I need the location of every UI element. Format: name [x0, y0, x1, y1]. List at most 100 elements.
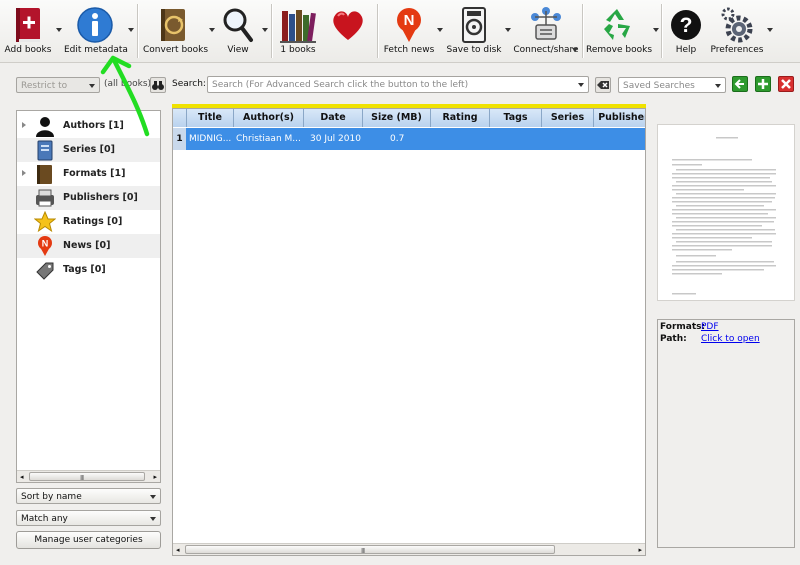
sort-by-combo[interactable]: Sort by name — [16, 488, 161, 504]
tag-category-label: Series [0] — [63, 144, 115, 155]
chevron-down-icon — [150, 517, 156, 521]
view-button[interactable]: View — [218, 2, 258, 60]
add-books-label: Add books — [4, 45, 52, 55]
match-text: Match any — [21, 514, 68, 524]
convert-books-dropdown-arrow[interactable] — [209, 28, 215, 32]
remove-books-dropdown-arrow[interactable] — [653, 28, 659, 32]
cover-preview[interactable] — [657, 124, 795, 301]
help-icon: ? — [671, 10, 701, 40]
cell-authors[interactable]: Christiaan M... — [236, 128, 302, 150]
fetch-news-label: Fetch news — [383, 45, 435, 55]
view-dropdown-arrow[interactable] — [262, 28, 268, 32]
search-input[interactable]: Search (For Advanced Search click the bu… — [207, 76, 589, 93]
book-details-panel: Formats: PDF Path: Click to open — [657, 319, 795, 548]
match-combo[interactable]: Match any — [16, 510, 161, 526]
scroll-left-icon[interactable]: ◂ — [20, 473, 24, 481]
column-header-date[interactable]: Date — [304, 109, 363, 127]
gear-icon — [721, 7, 753, 43]
clear-icon — [597, 81, 609, 89]
tag-browser-hscrollbar[interactable]: ◂ III ▸ — [17, 470, 160, 482]
plus-icon — [758, 79, 768, 89]
scroll-right-icon[interactable]: ▸ — [638, 546, 642, 554]
preferences-button[interactable]: Preferences — [710, 2, 764, 60]
library-button[interactable]: 1 books — [276, 2, 320, 60]
magnifier-icon — [223, 8, 253, 42]
expand-arrow-icon[interactable] — [22, 170, 26, 176]
save-to-disk-button[interactable]: Save to disk — [446, 2, 502, 60]
column-header-authors[interactable]: Author(s) — [234, 109, 304, 127]
connect-share-dropdown-arrow[interactable] — [572, 48, 578, 52]
series-icon — [37, 140, 53, 161]
table-header: Title Author(s) Date Size (MB) Rating Ta… — [173, 109, 645, 127]
svg-text:N: N — [42, 239, 49, 249]
help-button[interactable]: ? Help — [666, 2, 706, 60]
add-books-button[interactable]: Add books — [2, 2, 54, 60]
cell-rating[interactable] — [433, 128, 488, 150]
user-icon — [36, 117, 54, 137]
clear-search-button[interactable] — [595, 77, 611, 93]
preferences-dropdown-arrow[interactable] — [767, 28, 773, 32]
arrow-left-icon — [734, 79, 744, 89]
library-label: 1 books — [280, 45, 316, 55]
manage-user-categories-button[interactable]: Manage user categories — [16, 531, 161, 549]
cell-series[interactable] — [544, 128, 592, 150]
info-icon — [77, 7, 113, 43]
donate-button[interactable] — [326, 2, 370, 60]
cell-publisher[interactable] — [596, 128, 644, 150]
book-icon — [37, 165, 52, 184]
connect-share-icon — [531, 7, 561, 40]
tag-category-news[interactable]: N News [0] — [17, 234, 160, 258]
column-header-rating[interactable]: Rating — [431, 109, 490, 127]
column-header-tags[interactable]: Tags — [490, 109, 542, 127]
cover-page-image — [672, 137, 776, 295]
heart-icon — [333, 11, 363, 40]
tag-category-publishers[interactable]: Publishers [0] — [17, 186, 160, 210]
remove-books-label: Remove books — [586, 45, 653, 55]
saved-searches-combo[interactable]: Saved Searches — [618, 77, 726, 93]
column-header-title[interactable]: Title — [187, 109, 234, 127]
remove-books-button[interactable]: Remove books — [586, 2, 653, 60]
delete-search-button[interactable] — [778, 76, 794, 92]
fetch-news-dropdown-arrow[interactable] — [437, 28, 443, 32]
save-to-disk-dropdown-arrow[interactable] — [505, 28, 511, 32]
scrollbar-thumb[interactable]: III — [185, 545, 555, 555]
column-header-publisher[interactable]: Publisher — [594, 109, 645, 127]
library-books-icon — [280, 10, 316, 43]
connect-share-label: Connect/share — [513, 45, 579, 55]
restrict-to-combo[interactable]: Restrict to — [16, 77, 100, 93]
preferences-label: Preferences — [710, 45, 764, 55]
tag-category-tags[interactable]: Tags [0] — [17, 258, 160, 282]
add-books-dropdown-arrow[interactable] — [56, 28, 62, 32]
restrict-to-text: Restrict to — [21, 81, 68, 91]
scroll-left-icon[interactable]: ◂ — [176, 546, 180, 554]
expand-arrow-icon[interactable] — [22, 122, 26, 128]
tag-category-formats[interactable]: Formats [1] — [17, 162, 160, 186]
tag-category-label: News [0] — [63, 240, 111, 251]
copy-search-button[interactable] — [732, 76, 748, 92]
path-link[interactable]: Click to open — [701, 334, 760, 344]
fetch-news-button[interactable]: N Fetch news — [383, 2, 435, 60]
row-number: 1 — [173, 128, 186, 150]
cell-size[interactable]: 0.7 — [390, 128, 420, 150]
disk-icon — [462, 7, 486, 43]
cell-tags[interactable] — [492, 128, 540, 150]
tag-category-ratings[interactable]: Ratings [0] — [17, 210, 160, 234]
edit-metadata-dropdown-arrow[interactable] — [128, 28, 134, 32]
path-label: Path: — [660, 334, 687, 344]
book-table-hscrollbar[interactable]: ◂ III ▸ — [173, 543, 645, 555]
save-search-button[interactable] — [755, 76, 771, 92]
connect-share-button[interactable]: Connect/share — [513, 2, 579, 60]
scrollbar-thumb[interactable]: III — [29, 472, 145, 482]
cell-title[interactable]: MIDNIG... — [189, 128, 233, 150]
scroll-right-icon[interactable]: ▸ — [153, 473, 157, 481]
news-icon: N — [397, 8, 421, 42]
formats-link[interactable]: PDF — [701, 322, 719, 332]
add-book-icon — [16, 8, 40, 42]
svg-text:?: ? — [680, 14, 693, 37]
column-header-size[interactable]: Size (MB) — [363, 109, 431, 127]
tag-category-label: Publishers [0] — [63, 192, 138, 203]
cell-date[interactable]: 30 Jul 2010 — [310, 128, 362, 150]
column-header-series[interactable]: Series — [542, 109, 594, 127]
toolbar-separator — [271, 4, 273, 58]
table-row[interactable]: 1 MIDNIG... Christiaan M... 30 Jul 2010 … — [173, 128, 645, 150]
